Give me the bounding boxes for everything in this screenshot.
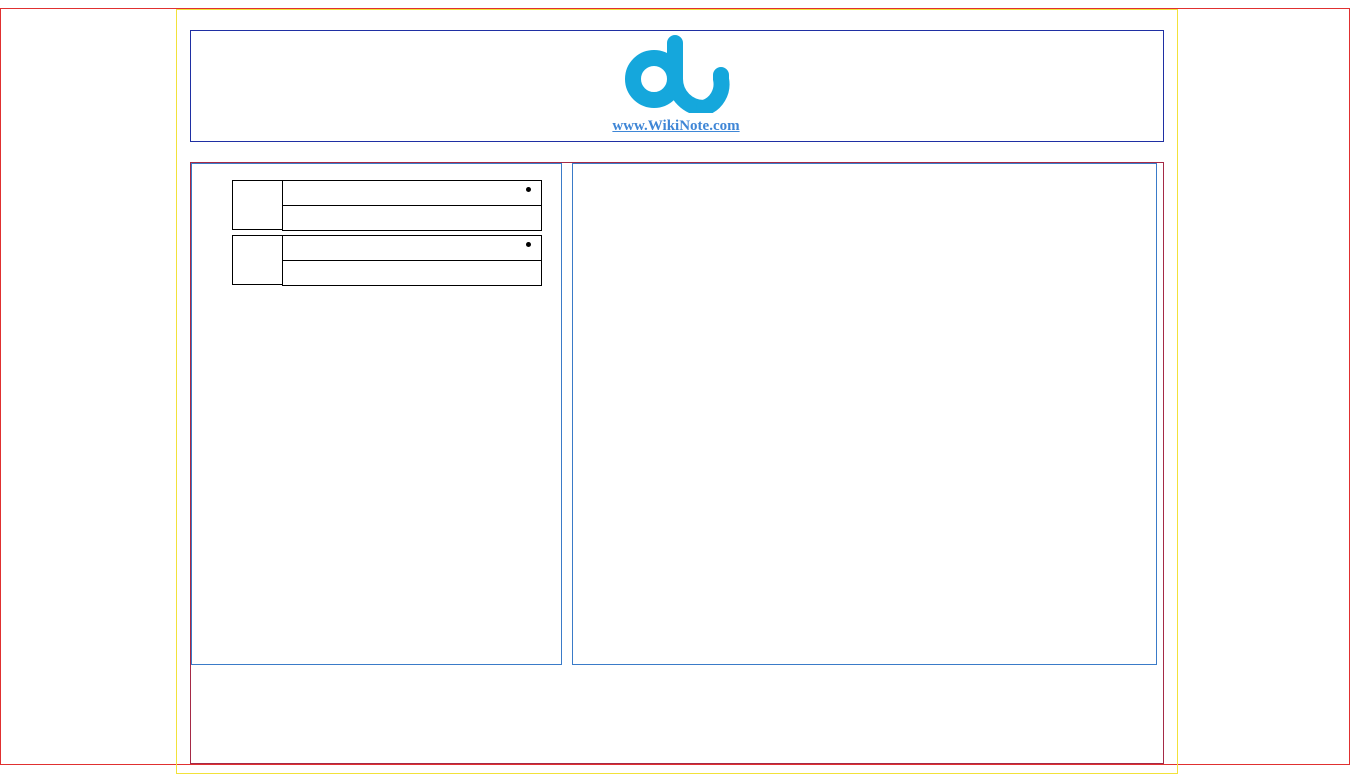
item-title[interactable] [282, 235, 542, 261]
item-subtitle[interactable] [282, 260, 542, 286]
site-link[interactable]: www.WikiNote.com [0, 118, 1352, 135]
list-item[interactable] [232, 235, 542, 287]
item-subtitle[interactable] [282, 205, 542, 231]
item-thumbnail[interactable] [232, 180, 283, 230]
bullet-icon [526, 187, 531, 192]
du-logo-icon[interactable] [625, 33, 731, 113]
item-thumbnail[interactable] [232, 235, 283, 285]
main-panel [572, 163, 1157, 665]
item-title[interactable] [282, 180, 542, 206]
list-item[interactable] [232, 180, 542, 232]
bullet-icon [526, 242, 531, 247]
